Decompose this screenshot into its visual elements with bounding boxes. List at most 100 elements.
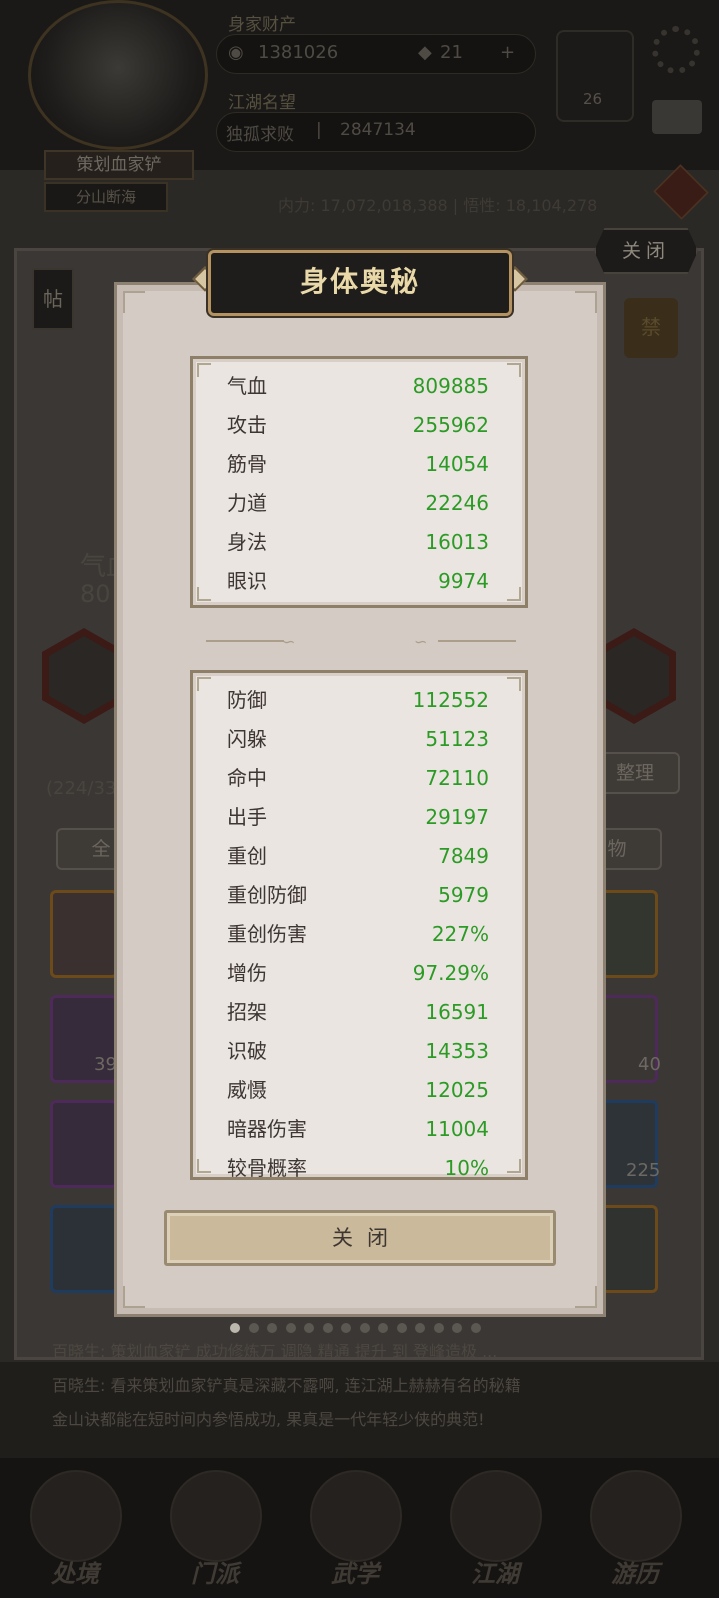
- forbidden-badge[interactable]: 禁: [624, 298, 678, 358]
- stat-name: 识破: [227, 1039, 267, 1063]
- page-dot[interactable]: [230, 1323, 240, 1333]
- page-dot[interactable]: [248, 1323, 259, 1333]
- stat-name: 较骨概率: [227, 1156, 307, 1180]
- page-dot[interactable]: [415, 1323, 425, 1333]
- divider-line: [438, 640, 516, 642]
- page-indicator: [230, 1323, 490, 1337]
- stat-name: 闪躲: [227, 727, 267, 751]
- primary-stats-box: 气血 809885 攻击 255962 筋骨 14054 力道 22246 身法 16013 眼识 9…: [190, 356, 528, 608]
- stat-value: 22246: [425, 491, 489, 515]
- nav-item-sect[interactable]: 门派: [160, 1470, 270, 1590]
- page-dot[interactable]: [470, 1323, 481, 1333]
- stat-name: 重创: [227, 844, 267, 868]
- stat-value: 7849: [438, 844, 489, 868]
- nav-item-status[interactable]: 处境: [20, 1470, 130, 1590]
- nav-label: 江湖: [471, 1560, 519, 1588]
- stat-name: 防御: [227, 688, 267, 712]
- inventory-slot[interactable]: [50, 1205, 118, 1293]
- slot-count: 40: [638, 1054, 661, 1075]
- page-dot[interactable]: [359, 1323, 370, 1333]
- page-dot[interactable]: [267, 1323, 277, 1333]
- stat-value: 227%: [431, 922, 489, 946]
- stat-row: 闪躲 51123: [193, 720, 525, 758]
- travel-icon: [590, 1470, 682, 1562]
- stat-row: 攻击 255962: [193, 406, 525, 444]
- inventory-slot[interactable]: [50, 890, 118, 978]
- divider-ornament: ∽: [282, 632, 296, 651]
- nav-label: 武学: [331, 1560, 379, 1588]
- modal-title: 身体奥秘: [299, 265, 420, 298]
- add-currency-button[interactable]: +: [500, 42, 515, 63]
- power-readout: 内力: 17,072,018,388 | 悟性: 18,104,278: [278, 196, 598, 215]
- page-dot[interactable]: [304, 1323, 314, 1333]
- inventory-slot[interactable]: [50, 1100, 118, 1188]
- stat-row: 暗器伤害 11004: [193, 1110, 525, 1148]
- stat-value: 14353: [425, 1039, 489, 1063]
- stat-value: 11004: [425, 1117, 489, 1141]
- corner-ornament: [575, 291, 597, 313]
- stat-name: 重创防御: [227, 883, 307, 907]
- player-title: 分山断海: [44, 182, 168, 212]
- martial-arts-icon: [310, 1470, 402, 1562]
- yin-yang-count: 26: [583, 90, 603, 108]
- stat-row: 识破 14353: [193, 1032, 525, 1070]
- log-line: 百晓生: 策划血家铲 成功修炼万 调隐 精通 提升 到 登峰造极 ...: [52, 1342, 498, 1361]
- stat-value: 10%: [444, 1156, 489, 1180]
- page-dot[interactable]: [452, 1323, 462, 1333]
- mail-icon[interactable]: [652, 100, 702, 134]
- modal-close-button[interactable]: 关闭: [164, 1210, 556, 1266]
- log-line: 百晓生: 看来策划血家铲真是深藏不露啊, 连江湖上赫赫有名的秘籍: [52, 1376, 521, 1395]
- yin-yang-icon[interactable]: [556, 30, 634, 122]
- reputation-value: 2847134: [340, 120, 416, 140]
- gear-icon[interactable]: [652, 26, 700, 74]
- modal-title-plate: 身体奥秘: [208, 250, 512, 316]
- stat-row: 招架 16591: [193, 993, 525, 1031]
- page-dot[interactable]: [378, 1323, 388, 1333]
- bg-stat-value: 80: [80, 580, 111, 608]
- stat-row: 重创 7849: [193, 837, 525, 875]
- page-dot[interactable]: [322, 1323, 333, 1333]
- corner-ornament: [123, 291, 145, 313]
- stat-name: 命中: [227, 766, 267, 790]
- corner-ornament: [575, 1286, 597, 1308]
- stat-name: 攻击: [227, 413, 267, 437]
- stat-row: 增伤 97.29%: [193, 954, 525, 992]
- stat-name: 威慑: [227, 1078, 267, 1102]
- nav-item-jianghu[interactable]: 江湖: [440, 1470, 550, 1590]
- stat-value: 255962: [412, 413, 489, 437]
- nav-label: 处境: [51, 1560, 99, 1588]
- stat-row: 力道 22246: [193, 484, 525, 522]
- slot-count: 225: [626, 1160, 661, 1181]
- stat-row: 威慑 12025: [193, 1071, 525, 1109]
- stat-value: 97.29%: [412, 961, 489, 985]
- jianghu-icon: [450, 1470, 542, 1562]
- panel-close-button[interactable]: 关闭: [594, 228, 698, 274]
- post-tag[interactable]: 帖: [32, 268, 74, 330]
- log-line: 金山诀都能在短时间内参悟成功, 果真是一代年轻少侠的典范!: [52, 1410, 485, 1429]
- stat-value: 72110: [425, 766, 489, 790]
- sect-icon: [170, 1470, 262, 1562]
- stat-value: 14054: [425, 452, 489, 476]
- secondary-stats-box[interactable]: 防御 112552 闪躲 51123 命中 72110 出手 29197 重创 7849 重创防御 5…: [190, 670, 528, 1180]
- stat-row: 气血 809885: [193, 367, 525, 405]
- stat-row: 身法 16013: [193, 523, 525, 561]
- page-dot[interactable]: [396, 1323, 407, 1333]
- player-avatar[interactable]: [28, 0, 208, 150]
- page-dot[interactable]: [341, 1323, 351, 1333]
- stat-value: 809885: [412, 374, 489, 398]
- stat-name: 出手: [227, 805, 267, 829]
- nav-item-martial[interactable]: 武学: [300, 1470, 410, 1590]
- page-dot[interactable]: [285, 1323, 296, 1333]
- stat-row: 较骨概率 10%: [193, 1149, 525, 1180]
- nav-item-travel[interactable]: 游历: [580, 1470, 690, 1590]
- stat-row: 眼识 9974: [193, 562, 525, 600]
- stat-name: 增伤: [227, 961, 267, 985]
- page-dot[interactable]: [433, 1323, 444, 1333]
- stat-row: 重创防御 5979: [193, 876, 525, 914]
- stat-value: 12025: [425, 1078, 489, 1102]
- stat-row: 防御 112552: [193, 681, 525, 719]
- corner-ornament: [123, 1286, 145, 1308]
- divider-ornament: ∽: [414, 632, 428, 651]
- jade-amount: 21: [440, 42, 463, 63]
- stat-name: 重创伤害: [227, 922, 307, 946]
